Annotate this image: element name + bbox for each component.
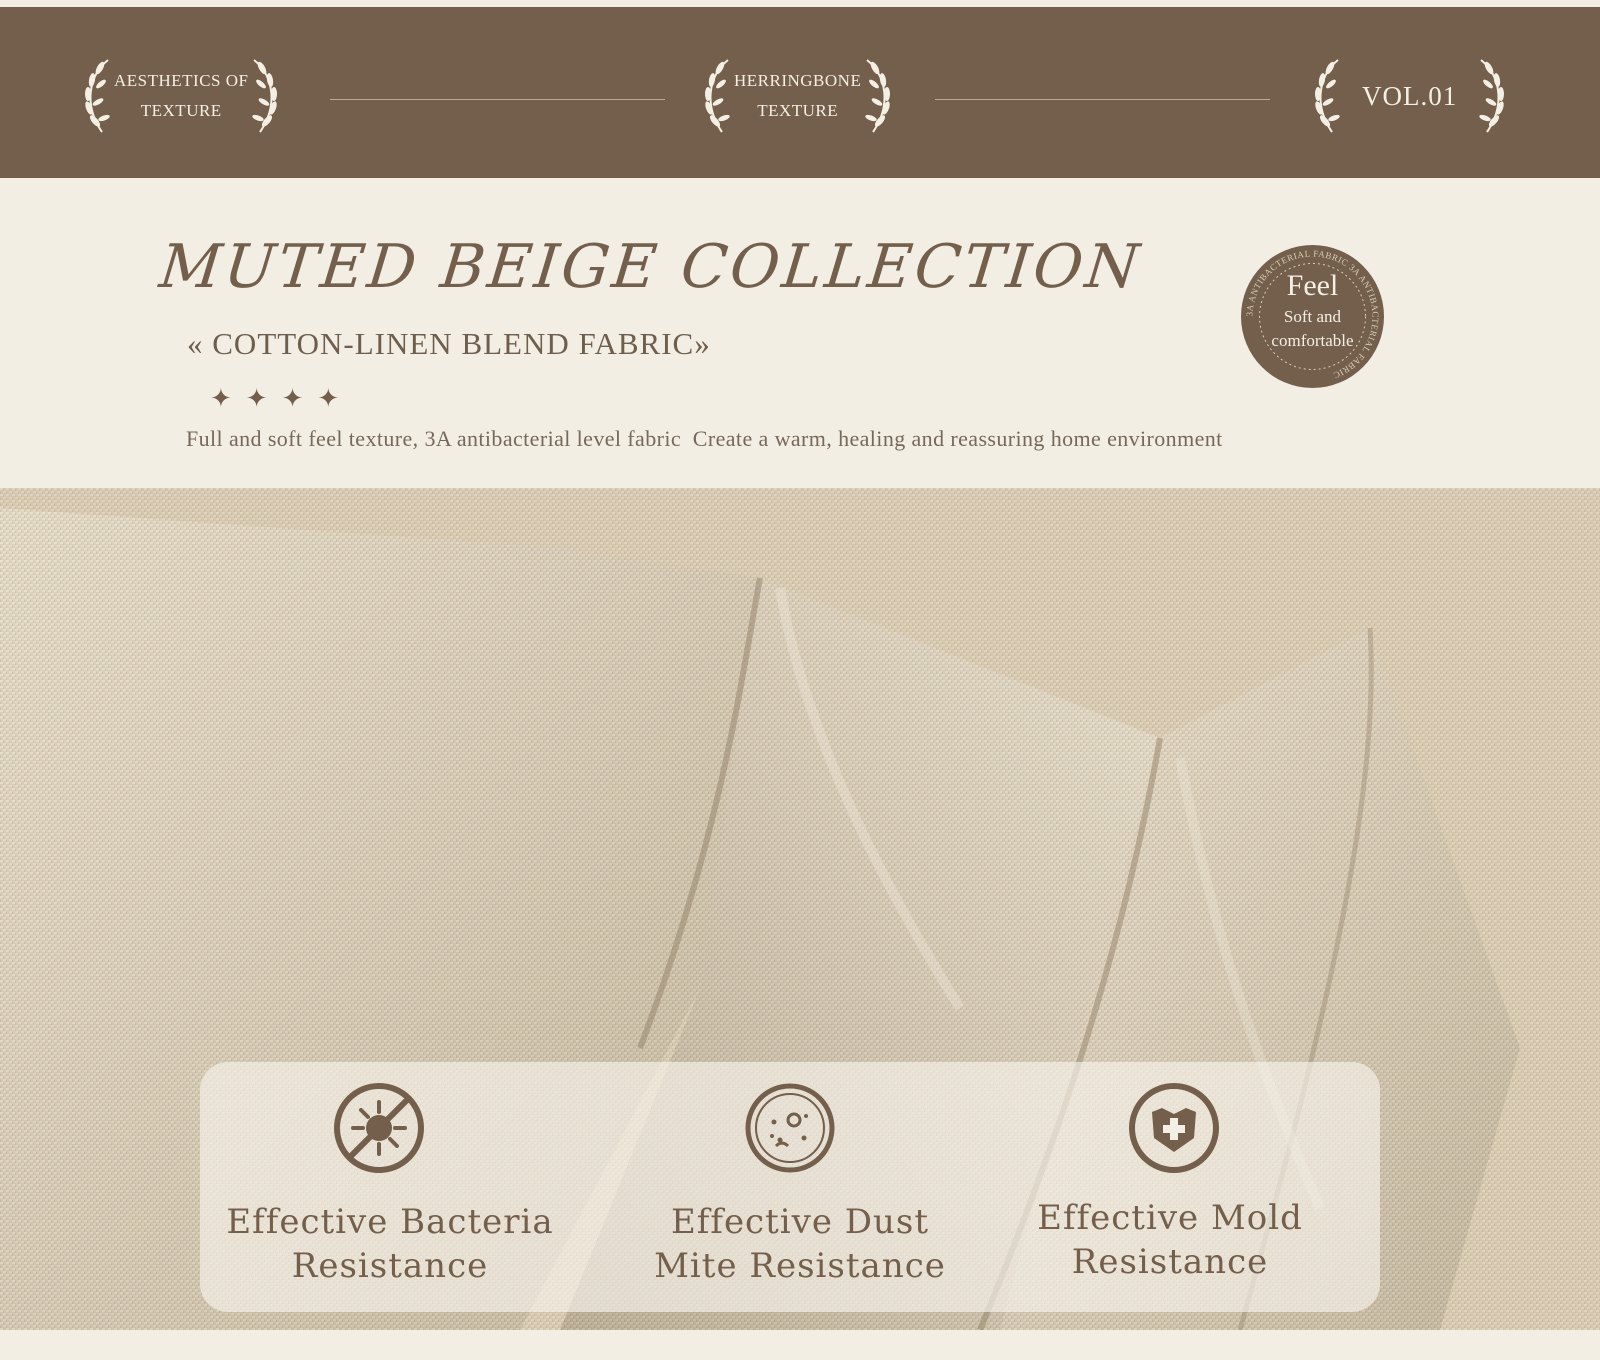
feature-bacteria-line1: Effective Bacteria — [226, 1202, 554, 1242]
laurel-right-icon — [1475, 56, 1511, 136]
right-badge: VOL.01 — [1308, 55, 1511, 137]
laurel-left-icon — [78, 56, 114, 136]
left-badge-line2: TEXTURE — [140, 101, 222, 120]
feature-dust-mite-line1: Effective Dust — [670, 1202, 930, 1242]
feel-badge-title: Feel — [1286, 269, 1339, 302]
star-icon: ✦ — [281, 384, 304, 414]
top-banner: AESTHETICS OF TEXTURE HERRINGBONE TEXTUR… — [0, 7, 1600, 178]
feel-badge-line2: comfortable — [1271, 331, 1354, 350]
center-badge-line2: TEXTURE — [757, 101, 839, 120]
volume-label: VOL.01 — [1362, 80, 1458, 111]
feel-badge-subtitle: Soft and comfortable — [1241, 305, 1384, 353]
feel-badge-line1: Soft and — [1283, 307, 1342, 326]
center-badge-text: HERRINGBONE TEXTURE — [734, 66, 861, 126]
laurel-right-icon — [861, 56, 897, 136]
feature-mold-label: Effective Mold Resistance — [990, 1196, 1350, 1284]
center-badge-line1: HERRINGBONE — [734, 71, 862, 90]
center-badge: HERRINGBONE TEXTURE — [698, 55, 897, 137]
top-strip — [0, 0, 1600, 7]
left-badge-line1: AESTHETICS OF — [114, 71, 249, 90]
features-panel: Effective Bacteria Resistance Effective … — [200, 1062, 1380, 1312]
feature-dust-mite-label: Effective Dust Mite Resistance — [620, 1200, 980, 1288]
feature-mold-line1: Effective Mold — [1037, 1198, 1303, 1238]
banner-divider-left — [330, 99, 665, 100]
feature-bacteria-line2: Resistance — [291, 1246, 489, 1286]
star-icon: ✦ — [317, 384, 340, 414]
star-rating: ✦ ✦ ✦ ✦ — [210, 384, 339, 414]
dust-mite-icon — [744, 1082, 836, 1174]
shield-cross-icon — [1128, 1082, 1220, 1174]
feature-dust-mite-line2: Mite Resistance — [654, 1246, 946, 1286]
feature-bacteria-label: Effective Bacteria Resistance — [210, 1200, 570, 1288]
laurel-right-icon — [248, 56, 284, 136]
feel-badge: 3A ANTIBACTERIAL FABRIC 3A ANTIBACTERIAL… — [1241, 245, 1384, 388]
left-badge-text: AESTHETICS OF TEXTURE — [114, 66, 248, 126]
fabric-subtitle: « COTTON-LINEN BLEND FABRIC» — [187, 326, 711, 361]
banner-divider-right — [935, 99, 1270, 100]
laurel-left-icon — [1308, 56, 1344, 136]
collection-title: MUTED BEIGE COLLECTION — [156, 232, 1145, 302]
feature-mold-line2: Resistance — [1071, 1242, 1269, 1282]
no-bacteria-icon — [333, 1082, 425, 1174]
laurel-left-icon — [698, 56, 734, 136]
star-icon: ✦ — [210, 384, 232, 414]
bottom-strip — [0, 1330, 1600, 1360]
left-badge: AESTHETICS OF TEXTURE — [78, 55, 284, 137]
star-icon: ✦ — [245, 384, 268, 414]
tagline: Full and soft feel texture, 3A antibacte… — [186, 426, 1223, 451]
